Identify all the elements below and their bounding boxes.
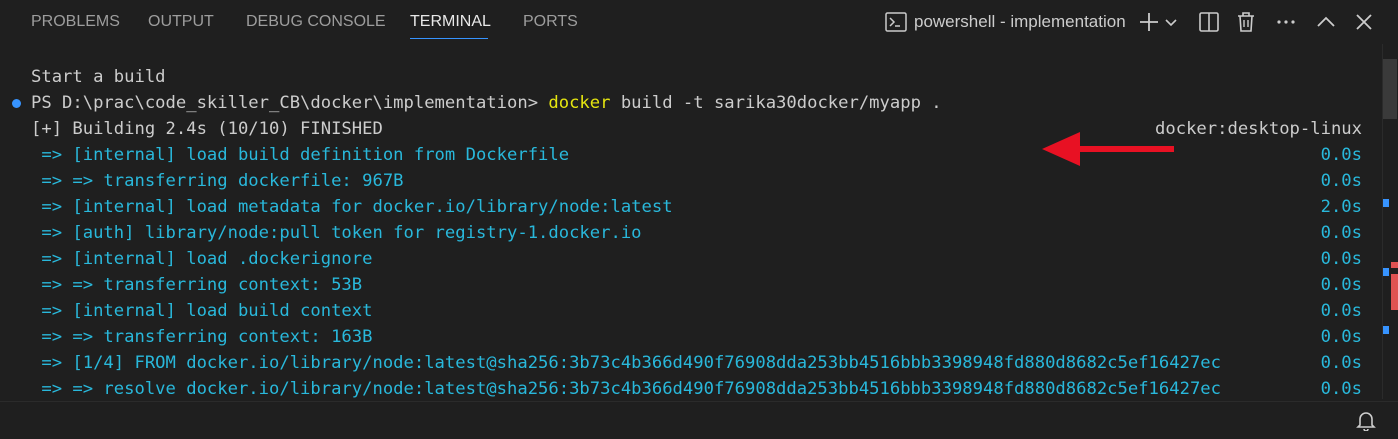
builder-name: docker:desktop-linux	[1155, 119, 1362, 139]
build-step: => [internal] load build definition from…	[31, 145, 570, 165]
panel-tab-bar: PROBLEMS OUTPUT DEBUG CONSOLE TERMINAL P…	[0, 0, 1398, 44]
tab-problems[interactable]: PROBLEMS	[31, 13, 120, 31]
build-step-time: 0.0s	[1320, 249, 1362, 269]
split-icon[interactable]	[1197, 10, 1221, 34]
terminal-output[interactable]: Start a build PS D:\prac\code_skiller_CB…	[0, 44, 1382, 399]
build-step-time: 0.0s	[1320, 223, 1362, 243]
plus-icon[interactable]	[1137, 10, 1161, 34]
scrollbar-marker	[1391, 274, 1398, 310]
build-step-time: 0.0s	[1320, 275, 1362, 295]
command-args: build -t sarika30docker/myapp .	[610, 93, 942, 113]
chevron-down-icon[interactable]	[1163, 10, 1179, 34]
scrollbar-marker	[1383, 326, 1389, 334]
build-step: => [auth] library/node:pull token for re…	[31, 223, 642, 243]
scrollbar-thumb[interactable]	[1383, 59, 1397, 119]
prompt: PS D:\prac\code_skiller_CB\docker\implem…	[31, 93, 549, 113]
bell-icon[interactable]	[1355, 409, 1377, 432]
build-step-time: 0.0s	[1320, 145, 1362, 165]
build-step: => => transferring dockerfile: 967B	[31, 171, 404, 191]
terminal-icon[interactable]	[884, 10, 908, 34]
build-step-time: 0.0s	[1320, 353, 1362, 373]
status-bar	[0, 401, 1398, 439]
command-name: docker	[548, 93, 611, 113]
terminal-scrollbar[interactable]	[1382, 44, 1398, 399]
build-step: => [internal] load build context	[31, 301, 373, 321]
tab-ports[interactable]: PORTS	[523, 13, 578, 31]
terminal-line: Start a build	[31, 67, 166, 87]
build-step-time: 0.0s	[1320, 301, 1362, 321]
build-step-time: 2.0s	[1320, 197, 1362, 217]
tab-terminal[interactable]: TERMINAL	[410, 13, 491, 31]
build-step: => => transferring context: 53B	[31, 275, 363, 295]
build-step: => [internal] load metadata for docker.i…	[31, 197, 673, 217]
build-step-time: 0.0s	[1320, 379, 1362, 399]
trash-icon[interactable]	[1234, 10, 1258, 34]
tab-debug-console[interactable]: DEBUG CONSOLE	[246, 13, 386, 31]
chevron-up-icon[interactable]	[1314, 10, 1338, 34]
scrollbar-marker	[1383, 199, 1389, 207]
build-step: => => resolve docker.io/library/node:lat…	[31, 379, 1221, 399]
build-step-time: 0.0s	[1320, 327, 1362, 347]
build-step: => [1/4] FROM docker.io/library/node:lat…	[31, 353, 1221, 373]
more-icon[interactable]	[1274, 10, 1298, 34]
scrollbar-marker	[1383, 268, 1389, 276]
build-step: => [internal] load .dockerignore	[31, 249, 373, 269]
build-header: [+] Building 2.4s (10/10) FINISHED	[31, 119, 383, 139]
scrollbar-marker	[1391, 262, 1398, 268]
build-step: => => transferring context: 163B	[31, 327, 373, 347]
build-step-time: 0.0s	[1320, 171, 1362, 191]
close-icon[interactable]	[1352, 10, 1376, 34]
terminal-instance-name[interactable]: powershell - implementation	[914, 12, 1126, 32]
tab-output[interactable]: OUTPUT	[148, 13, 214, 31]
terminal-command-line: PS D:\prac\code_skiller_CB\docker\implem…	[31, 90, 942, 116]
command-decoration-icon[interactable]	[12, 99, 21, 108]
active-tab-indicator	[410, 38, 488, 39]
